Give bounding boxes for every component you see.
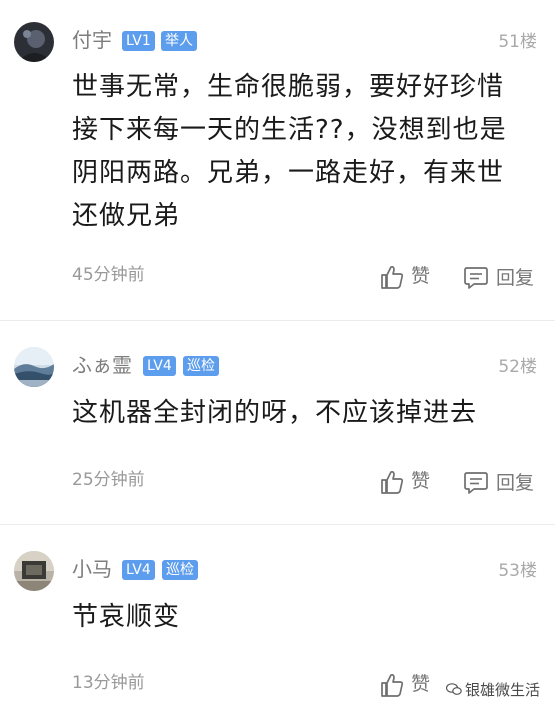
comment-line: 这机器全封闭的呀，不应该掉进去: [72, 398, 478, 428]
like-button[interactable]: 赞: [411, 264, 430, 288]
like-button[interactable]: 赞: [411, 672, 430, 696]
reply-button[interactable]: 回复: [496, 266, 534, 290]
timestamp: 25分钟前: [72, 470, 145, 490]
comment-icon[interactable]: [463, 471, 489, 495]
username[interactable]: 小马: [72, 557, 112, 581]
comment-text: 世事无常，生命很脆弱，要好好珍惜 接下来每一天的生活??，没想到也是 阴阳两路。…: [72, 66, 534, 238]
floor-number: 52楼: [498, 357, 537, 377]
comment-line: 世事无常，生命很脆弱，要好好珍惜: [72, 72, 505, 102]
timestamp: 13分钟前: [72, 673, 145, 693]
reply-button[interactable]: 回复: [496, 471, 534, 495]
comment-line: 节哀顺变: [72, 602, 181, 632]
level-badge: LV4: [122, 560, 155, 580]
avatar[interactable]: [14, 551, 54, 591]
role-badge: 举人: [161, 31, 197, 51]
thumbs-up-icon[interactable]: [380, 264, 404, 290]
level-badge: LV4: [143, 356, 176, 376]
wechat-icon: [446, 683, 462, 695]
role-badge: 巡检: [162, 560, 198, 580]
thumbs-up-icon[interactable]: [380, 469, 404, 495]
role-badge: 巡检: [183, 356, 219, 376]
username[interactable]: ふぁ霊: [72, 353, 132, 377]
like-button[interactable]: 赞: [411, 469, 430, 493]
comment-text: 这机器全封闭的呀，不应该掉进去: [72, 392, 534, 435]
comment-line: 阴阳两路。兄弟，一路走好，有来世: [72, 158, 505, 188]
divider: [0, 320, 555, 321]
comment-line: 还做兄弟: [72, 201, 181, 231]
comment-icon[interactable]: [463, 266, 489, 290]
avatar[interactable]: [14, 347, 54, 387]
floor-number: 51楼: [498, 32, 537, 52]
username[interactable]: 付宇: [72, 28, 112, 52]
level-badge: LV1: [122, 31, 155, 51]
timestamp: 45分钟前: [72, 265, 145, 285]
comment-line: 接下来每一天的生活??，没想到也是: [72, 115, 507, 145]
thumbs-up-icon[interactable]: [380, 672, 404, 698]
avatar[interactable]: [14, 22, 54, 62]
floor-number: 53楼: [498, 561, 537, 581]
comment-text: 节哀顺变: [72, 596, 534, 639]
divider: [0, 524, 555, 525]
watermark-text: 银雄微生活: [465, 681, 541, 699]
